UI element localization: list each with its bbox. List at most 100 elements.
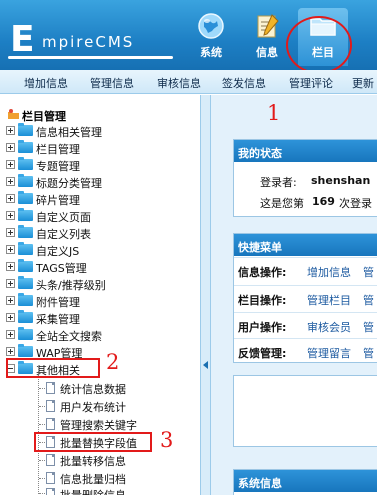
- my-status-title: 我的状态: [234, 140, 377, 162]
- tree-node-label: 全站全文搜索: [36, 330, 102, 343]
- tree-connector: [39, 478, 45, 479]
- submenu-add-info[interactable]: 增加信息: [24, 75, 68, 91]
- tree-node[interactable]: 栏目管理: [6, 140, 196, 156]
- document-icon: [46, 400, 55, 412]
- expand-icon[interactable]: [6, 143, 15, 152]
- submenu-review-info[interactable]: 审核信息: [157, 75, 201, 91]
- tree-child-label: 管理搜索关键字: [60, 419, 137, 432]
- tree-connector: [39, 493, 45, 494]
- highlight-box-3: [34, 432, 152, 452]
- quick-link-more[interactable]: 管: [363, 264, 374, 280]
- folder-icon: [18, 276, 33, 289]
- quick-link-more[interactable]: 管: [363, 292, 374, 308]
- tree-node[interactable]: 头条/推荐级别: [6, 276, 196, 292]
- folder-icon: [18, 344, 33, 357]
- right-content-panel: 1 我的状态 登录者: shenshan 这是您第 169 次登录 快捷菜单 信…: [211, 95, 377, 495]
- expand-icon[interactable]: [6, 160, 15, 169]
- logo-underline: [8, 56, 173, 59]
- quick-row: 反馈管理: 管理留言 管: [234, 338, 377, 364]
- collapse-arrow-icon[interactable]: [203, 361, 208, 369]
- submenu-update[interactable]: 更新: [352, 75, 374, 91]
- quick-link[interactable]: 管理留言: [307, 345, 351, 361]
- tree-node[interactable]: 自定义页面: [6, 208, 196, 224]
- expand-icon[interactable]: [6, 330, 15, 339]
- quick-row: 用户操作: 审核会员 管: [234, 312, 377, 338]
- expand-icon[interactable]: [6, 245, 15, 254]
- tree-node[interactable]: 自定义JS: [6, 242, 196, 258]
- tree-node-label: 信息相关管理: [36, 126, 102, 139]
- folder-icon: [18, 225, 33, 238]
- folder-icon: [18, 242, 33, 255]
- folder-icon: [18, 259, 33, 272]
- expand-icon[interactable]: [6, 347, 15, 356]
- panel-splitter[interactable]: [200, 95, 211, 495]
- folder-icon: [18, 157, 33, 170]
- login-label: 登录者:: [260, 176, 297, 189]
- topnav-info[interactable]: 信息: [242, 8, 292, 66]
- expand-icon[interactable]: [6, 194, 15, 203]
- quick-row-label: 反馈管理:: [238, 347, 287, 360]
- visit-prefix: 这是您第: [260, 197, 304, 210]
- expand-icon[interactable]: [6, 313, 15, 322]
- expand-icon[interactable]: [6, 126, 15, 135]
- expand-icon[interactable]: [6, 279, 15, 288]
- quick-row: 信息操作: 增加信息 管: [234, 257, 377, 283]
- tree-child-label: 统计信息数据: [60, 383, 126, 396]
- tree-node[interactable]: 全站全文搜索: [6, 327, 196, 343]
- submenu-sign-info[interactable]: 签发信息: [222, 75, 266, 91]
- tree-child-label: 批量删除信息: [60, 487, 126, 495]
- tree-child-label: 信息批量归档: [60, 473, 126, 486]
- tree-node-label: 标题分类管理: [36, 177, 102, 190]
- annotation-number-2: 2: [106, 350, 120, 374]
- submenu-manage-info[interactable]: 管理信息: [90, 75, 134, 91]
- quick-menu-title: 快捷菜单: [234, 234, 377, 256]
- document-icon: [46, 472, 55, 484]
- tree-node[interactable]: 附件管理: [6, 293, 196, 309]
- tree-node[interactable]: 信息相关管理: [6, 123, 196, 139]
- tree-node-label: 自定义列表: [36, 228, 91, 241]
- topnav-system[interactable]: 系统: [186, 8, 236, 66]
- expand-icon[interactable]: [6, 262, 15, 271]
- annotation-number-3: 3: [160, 428, 174, 452]
- login-username: shenshan: [311, 174, 371, 187]
- document-icon: [46, 454, 55, 466]
- tree-node-label: 专题管理: [36, 160, 80, 173]
- tree-node[interactable]: 自定义列表: [6, 225, 196, 241]
- tree-node-label: 自定义页面: [36, 211, 91, 224]
- tree-node[interactable]: 采集管理: [6, 310, 196, 326]
- tree-node-label: 碎片管理: [36, 194, 80, 207]
- tree-node[interactable]: 碎片管理: [6, 191, 196, 207]
- expand-icon[interactable]: [6, 228, 15, 237]
- quick-link[interactable]: 增加信息: [307, 264, 351, 280]
- folder-icon: [18, 208, 33, 221]
- globe-icon: [198, 13, 224, 39]
- tree-node[interactable]: 标题分类管理: [6, 174, 196, 190]
- my-status-card: 我的状态 登录者: shenshan 这是您第 169 次登录: [233, 139, 377, 217]
- document-icon: [46, 382, 55, 394]
- tree-connector: [39, 388, 45, 389]
- quick-row-label: 用户操作:: [238, 321, 287, 334]
- system-info-card: 系统信息: [233, 469, 377, 495]
- tree-root-icon: [8, 109, 19, 119]
- tree-node[interactable]: TAGS管理: [6, 259, 196, 275]
- visit-suffix: 次登录: [339, 197, 372, 210]
- expand-icon[interactable]: [6, 211, 15, 220]
- expand-icon[interactable]: [6, 177, 15, 186]
- topnav-info-label: 信息: [256, 46, 278, 59]
- quick-row: 栏目操作: 管理栏目 管: [234, 285, 377, 311]
- folder-icon: [18, 123, 33, 136]
- highlight-box-2: [6, 358, 100, 378]
- tree-node[interactable]: 专题管理: [6, 157, 196, 173]
- folder-icon: [18, 293, 33, 306]
- expand-icon[interactable]: [6, 296, 15, 305]
- logo-initial: E: [10, 19, 35, 60]
- folder-icon: [18, 310, 33, 323]
- quick-link[interactable]: 审核会员: [307, 319, 351, 335]
- empirecms-logo: E mpireCMS: [8, 18, 183, 60]
- quick-link[interactable]: 管理栏目: [307, 292, 351, 308]
- quick-link-more[interactable]: 管: [363, 319, 374, 335]
- quick-link-more[interactable]: 管: [363, 345, 374, 361]
- submenu-manage-comments[interactable]: 管理评论: [289, 75, 333, 91]
- quick-row-label: 栏目操作:: [238, 294, 287, 307]
- sub-menu-bar: 增加信息 管理信息 审核信息 签发信息 管理评论 更新: [0, 70, 377, 94]
